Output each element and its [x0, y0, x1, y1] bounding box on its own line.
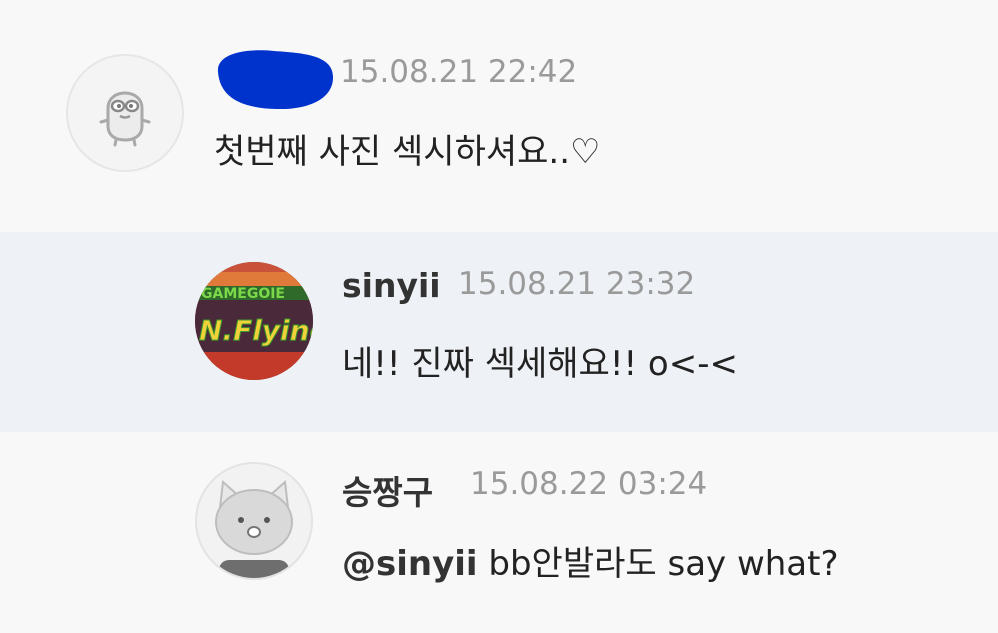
- user-avatar[interactable]: [195, 462, 313, 580]
- comment-item: 15.08.21 22:42 첫번째 사진 섹시하셔요..♡: [0, 0, 998, 232]
- comment-timestamp: 15.08.21 22:42: [340, 54, 578, 90]
- photo-avatar: GAMEGOIE N.Flying: [195, 262, 313, 380]
- redacted-author-mark: [217, 50, 334, 110]
- comment-reply-item: 승짱구 15.08.22 03:24 @sinyii bb안발라도 say wh…: [0, 432, 998, 633]
- svg-text:N.Flying: N.Flying: [199, 314, 313, 347]
- comment-text: bb안발라도 say what?: [477, 544, 839, 584]
- user-avatar[interactable]: [66, 54, 184, 172]
- comment-author[interactable]: sinyii: [342, 266, 441, 305]
- cat-character-icon: [215, 479, 293, 578]
- comment-timestamp: 15.08.21 23:32: [458, 266, 696, 302]
- comment-timestamp: 15.08.22 03:24: [470, 466, 708, 502]
- user-mention[interactable]: @sinyii: [342, 544, 478, 584]
- comment-author[interactable]: 승짱구: [342, 466, 433, 514]
- comment-text: 네!! 진짜 섹세해요!! o<-<: [342, 344, 738, 384]
- comment-text-container: @sinyii bb안발라도 say what?: [342, 536, 839, 585]
- svg-text:GAMEGOIE: GAMEGOIE: [201, 286, 285, 302]
- comment-reply-item: GAMEGOIE N.Flying sinyii 15.08.21 23:32 …: [0, 232, 998, 432]
- user-avatar[interactable]: GAMEGOIE N.Flying: [195, 262, 313, 380]
- blob-character-icon: [99, 91, 151, 147]
- comment-text: 첫번째 사진 섹시하셔요..♡: [214, 132, 601, 172]
